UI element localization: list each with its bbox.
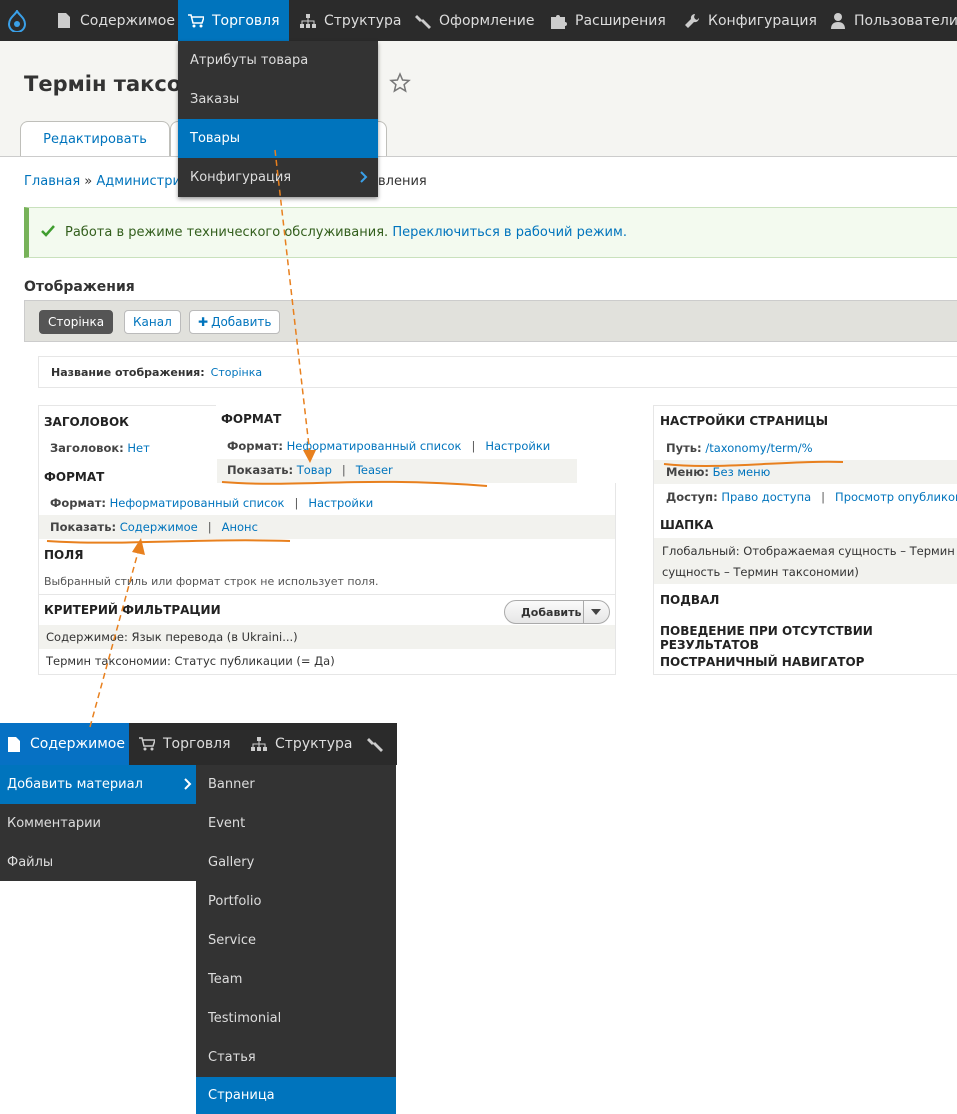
annotation-overlay bbox=[46, 149, 844, 728]
underline-content bbox=[46, 539, 291, 544]
arrowhead-content bbox=[132, 538, 145, 555]
arrow-to-content bbox=[89, 544, 141, 728]
underline-product bbox=[221, 480, 488, 487]
arrow-to-product bbox=[274, 149, 311, 456]
underline-path bbox=[663, 460, 844, 467]
arrowhead-product bbox=[303, 450, 316, 463]
